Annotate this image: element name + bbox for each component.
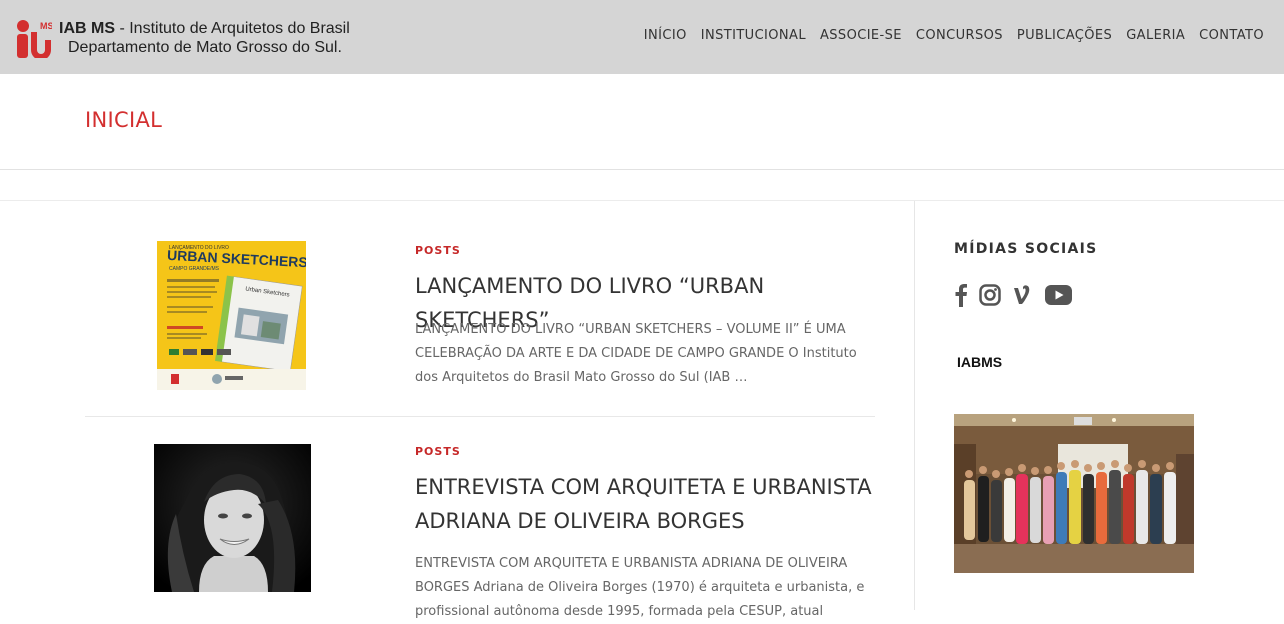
brand-line1: - Instituto de Arquitetos do Brasil [115,20,350,37]
social-icons [954,283,1083,312]
page-title-bar: INICIAL [0,74,1284,170]
facebook-icon[interactable] [954,283,968,312]
post-title[interactable]: ENTREVISTA COM ARQUITETA E URBANISTA ADR… [415,470,875,538]
content-divider [0,200,1284,201]
sidebar-divider [914,201,915,610]
post-excerpt: LANÇAMENTO DO LIVRO “URBAN SKETCHERS – V… [415,322,857,385]
brand-text[interactable]: IAB MS - Instituto de Arquitetos do Bras… [59,19,350,57]
iabms-widget-title: IABMS [957,354,1003,370]
post-thumbnail-portrait[interactable] [154,444,311,592]
nav-institucional[interactable]: INSTITUCIONAL [701,28,806,43]
iab-logo[interactable]: MS [16,18,52,58]
brand-line2: Departamento de Mato Grosso do Sul. [68,39,342,56]
social-media-title: MÍDIAS SOCIAIS [954,241,1098,257]
nav-concursos[interactable]: CONCURSOS [916,28,1003,43]
post-category[interactable]: POSTS [415,244,461,257]
nav-galeria[interactable]: GALERIA [1126,28,1185,43]
nav-associe-se[interactable]: ASSOCIE-SE [820,28,902,43]
vine-icon[interactable] [1012,284,1034,311]
post-category[interactable]: POSTS [415,445,461,458]
brand-strong: IAB MS [59,20,115,37]
post-excerpt: ENTREVISTA COM ARQUITETA E URBANISTA ADR… [415,556,865,619]
nav-contato[interactable]: CONTATO [1199,28,1264,43]
post-card: LANÇAMENTO DO LIVRO URBAN SKETCHERS CAMP… [85,240,875,417]
nav-publicacoes[interactable]: PUBLICAÇÕES [1017,28,1112,43]
site-header: MS IAB MS - Instituto de Arquitetos do B… [0,0,1284,74]
svg-text:MS: MS [40,21,52,31]
svg-text:CAMPO GRANDE/MS: CAMPO GRANDE/MS [169,266,220,272]
youtube-icon[interactable] [1045,285,1072,310]
page-title: INICIAL [85,108,163,132]
main-nav: INÍCIO INSTITUCIONAL ASSOCIE-SE CONCURSO… [630,28,1264,43]
post-thumbnail-urban-sketchers[interactable]: LANÇAMENTO DO LIVRO URBAN SKETCHERS CAMP… [157,241,306,390]
instagram-icon[interactable] [979,284,1001,311]
group-photo[interactable] [954,414,1194,573]
nav-inicio[interactable]: INÍCIO [644,28,687,43]
post-card: POSTS ENTREVISTA COM ARQUITETA E URBANIS… [85,443,875,619]
